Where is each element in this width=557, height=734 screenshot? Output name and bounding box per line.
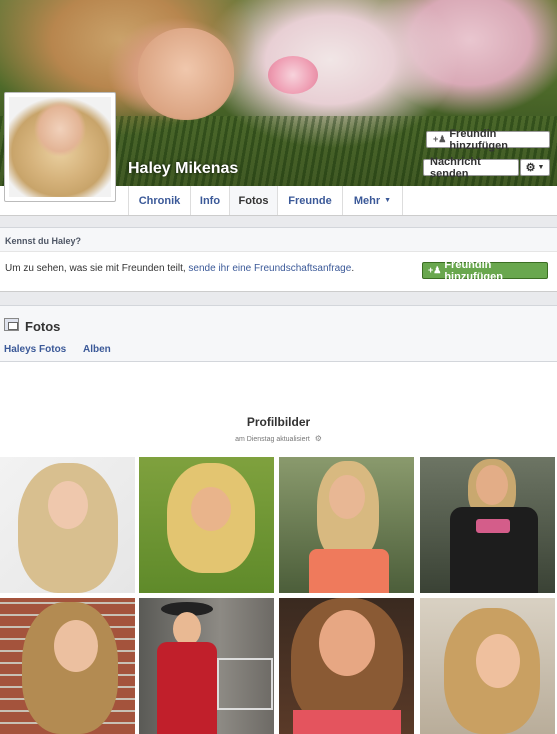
tab-chronik[interactable]: Chronik	[129, 186, 191, 215]
tab-freunde[interactable]: Freunde	[278, 186, 343, 215]
send-message-label: Nachricht senden	[430, 155, 481, 180]
profile-tabs: Chronik Info Fotos Freunde Mehr ▼	[128, 186, 403, 215]
add-friend-label: Freundin hinzufügen	[449, 127, 508, 152]
photo-face	[476, 634, 520, 688]
chevron-down-icon: ▼	[537, 164, 545, 171]
photo-face	[54, 620, 98, 672]
photo-shirt-logo	[476, 519, 510, 533]
photo-thumbnail[interactable]	[420, 457, 555, 593]
album-title[interactable]: Profilbilder	[0, 415, 557, 429]
photo-dress	[309, 549, 389, 593]
gear-icon[interactable]: ⚙	[315, 434, 322, 443]
know-box-text: Um zu sehen, was sie mit Freunden teilt,…	[5, 263, 354, 274]
photo-thumbnail[interactable]	[420, 598, 555, 734]
photos-title[interactable]: Fotos	[25, 319, 60, 334]
options-button[interactable]: ⚙ ▼	[520, 159, 550, 176]
photo-thumbnail[interactable]	[279, 598, 414, 734]
add-friend-icon: +♟	[428, 265, 442, 275]
photos-header: Fotos Haleys Fotos Alben	[0, 305, 557, 362]
profile-name[interactable]: Haley Mikenas	[128, 160, 238, 178]
tab-mehr-label: Mehr	[353, 194, 381, 207]
tab-mehr[interactable]: Mehr ▼	[343, 186, 403, 215]
separator-band	[0, 215, 557, 227]
profile-picture	[9, 97, 111, 197]
add-friend-green-label: Freundin hinzufügen	[444, 258, 503, 283]
link-haleys-fotos[interactable]: Haleys Fotos	[4, 344, 66, 355]
add-friend-icon: +♟	[433, 134, 447, 144]
gear-icon: ⚙	[525, 162, 536, 174]
send-message-button[interactable]: Nachricht senden	[423, 156, 519, 180]
tab-info[interactable]: Info	[191, 186, 230, 215]
photo-thumbnail[interactable]	[139, 457, 274, 593]
photo-dress	[157, 642, 217, 734]
know-box: Um zu sehen, was sie mit Freunden teilt,…	[0, 252, 557, 292]
chevron-down-icon: ▼	[384, 197, 392, 204]
photo-thumbnail[interactable]	[139, 598, 274, 734]
photo-thumbnail[interactable]	[0, 457, 135, 593]
album-updated: am Dienstag aktualisiert	[235, 436, 310, 443]
friend-request-link[interactable]: sende ihr eine Freundschaftsanfrage	[188, 263, 351, 274]
know-box-prefix: Um zu sehen, was sie mit Freunden teilt,	[5, 263, 189, 274]
photos-icon	[4, 318, 19, 331]
photo-face	[476, 465, 508, 505]
know-box-title: Kennst du Haley?	[0, 227, 557, 252]
tab-fotos[interactable]: Fotos	[230, 186, 278, 215]
photo-thumbnail[interactable]	[279, 457, 414, 593]
know-box-suffix: .	[351, 263, 355, 274]
photo-thumbnail[interactable]	[0, 598, 135, 734]
album-subtitle: am Dienstag aktualisiert ⚙	[0, 434, 557, 443]
photo-face	[319, 610, 375, 676]
avatar[interactable]	[4, 92, 116, 202]
link-alben[interactable]: Alben	[83, 344, 111, 355]
photo-face	[329, 475, 365, 519]
photo-face	[48, 481, 88, 529]
add-friend-button-green[interactable]: +♟ Freundin hinzufügen	[422, 259, 548, 283]
cover-flower	[268, 56, 318, 94]
cover-face	[138, 28, 234, 120]
photo-top	[293, 710, 401, 734]
photo-sign	[217, 658, 273, 710]
separator-band	[0, 292, 557, 305]
photo-face	[191, 487, 231, 531]
add-friend-button[interactable]: +♟ Freundin hinzufügen	[426, 128, 550, 152]
photo-face	[173, 612, 201, 646]
